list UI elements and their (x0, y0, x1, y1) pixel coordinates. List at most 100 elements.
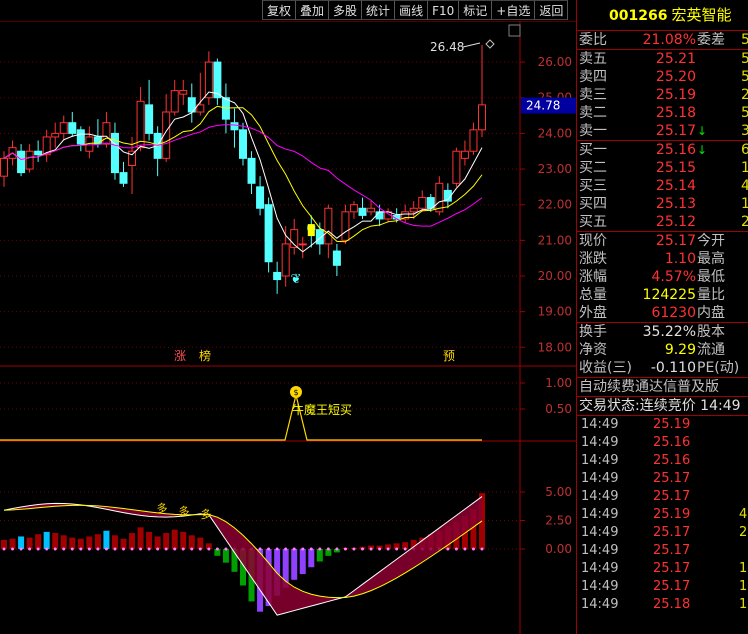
stat2-1-value: 9.29 (664, 342, 696, 358)
macd-zero-dot (11, 547, 15, 551)
toolbar-button-3[interactable]: 统计 (361, 0, 395, 20)
price-tick-label: 19.00 (538, 305, 572, 319)
macd-tick-label: 5.00 (545, 485, 572, 499)
toolbar-button-7[interactable]: +自选 (491, 0, 535, 20)
stock-name: 宏英智能 (671, 6, 732, 24)
macd-zero-dot (395, 547, 399, 551)
stat-1: 涨跌 1.10 最高 (577, 250, 748, 268)
candle-body (460, 150, 469, 159)
macd-zero-dot (335, 547, 339, 551)
macd-bar (60, 535, 67, 549)
stat2-0-value: 35.22% (642, 324, 696, 340)
toolbar-button-6[interactable]: 标记 (458, 0, 492, 20)
macd-zero-dot (471, 547, 475, 551)
tick-row: 14:49 25.17 1 (581, 561, 748, 576)
stat-3-label: 总量 (579, 287, 607, 303)
macd-bar (163, 533, 170, 549)
macd-bar (129, 533, 136, 549)
tick-row: 14:49 25.19 (581, 417, 691, 432)
macd-bar (171, 529, 178, 549)
macd-bar (86, 536, 93, 549)
stat-0-value: 25.17 (655, 233, 696, 249)
stat2-1-label2: 流通 (697, 342, 725, 358)
macd-zero-dot (463, 547, 467, 551)
high-pointer (462, 42, 481, 48)
macd-bar (77, 538, 84, 549)
macd-zero-dot (361, 547, 364, 551)
toolbar-button-5[interactable]: F10 (427, 0, 459, 20)
kline-chart[interactable]: 26.0025.0024.0023.0022.0021.0020.0019.00… (0, 21, 576, 634)
stat-1-label: 涨跌 (579, 251, 607, 267)
buy-orders: 买一 25.16 6 ↓ 买二 25.15 12 买三 25.14 4 买四 25.13 1 买五 25.1… (577, 141, 748, 232)
toolbar-button-0[interactable]: 复权 (262, 0, 296, 20)
macd-zero-dot (224, 547, 228, 551)
sell-level-3-value: 25.19 (655, 87, 696, 103)
quote-stats-2: 换手 35.22% 股本 净资 9.29 流通 收益(三) -0.110 PE(动) (577, 323, 748, 378)
candle-body (51, 132, 60, 138)
tick-list: 14:49 25.19 14:49 25.16 14:49 25.16 14:49 25.17… (577, 416, 748, 614)
buy-level-5: 买五 25.12 2 (577, 213, 748, 231)
tick-row: 14:49 25.17 (581, 489, 691, 504)
macd-zero-dot (147, 547, 151, 551)
chart-toolbar: 复权 叠加 多股 统计 画线 F10 标记 +自选 返回 (262, 0, 569, 21)
buy-level-1-value: 25.16 (655, 142, 696, 158)
macd-zero-dot (19, 547, 23, 551)
macd-zero-dot (130, 547, 134, 551)
macd-zero-dot (369, 547, 373, 551)
stat2-2-label: 收益(三) (579, 360, 632, 376)
buy-level-3: 买三 25.14 4 (577, 177, 748, 195)
macd-zero-dot (267, 547, 271, 551)
moneybag-symbol: $ (293, 388, 298, 397)
macd-zero-dot (292, 547, 296, 551)
macd-zero-dot (318, 547, 322, 551)
macd-zero-dot (181, 547, 185, 551)
macd-zero-dot (45, 547, 49, 551)
macd-zero-dot (164, 547, 168, 551)
toolbar-button-2[interactable]: 多股 (328, 0, 362, 20)
macd-zero-dot (480, 547, 484, 551)
candle-body (281, 243, 290, 277)
macd-zero-dot (446, 547, 450, 551)
toolbar-button-1[interactable]: 叠加 (295, 0, 329, 20)
indicator-line (0, 394, 482, 441)
macd-zero-dot (62, 547, 66, 551)
tick-row: 14:49 25.17 (581, 543, 691, 558)
macd-zero-dot (403, 547, 407, 551)
stat2-1-label: 净资 (579, 342, 607, 358)
macd-zero-dot (104, 547, 108, 551)
macd-zero-dot (386, 547, 390, 551)
buy-level-5-label: 买五 (579, 214, 607, 230)
buy-level-2-label: 买二 (579, 160, 607, 176)
price-tick-label: 22.00 (538, 198, 572, 212)
macd-zero-dot (207, 547, 211, 551)
buy-level-2: 买二 25.15 12 (577, 159, 748, 177)
macd-bar (154, 536, 161, 549)
macd-bar (94, 534, 101, 549)
macd-zero-dot (156, 547, 160, 551)
tick-row: 14:49 25.16 (581, 435, 691, 450)
sell-level-4-label: 卖四 (579, 69, 607, 85)
stat-1-label2: 最高 (697, 251, 725, 267)
stat2-1: 净资 9.29 流通 (577, 341, 748, 359)
quote-panel: 001266宏英智能 委比 21.08% 委差 5 卖五 25.21 5 卖四 25.2… (576, 0, 748, 634)
buy-level-5-vol: 2 (741, 213, 748, 231)
notice-row[interactable]: 自动续费通达信普及版 (577, 378, 748, 397)
candle-body (68, 122, 77, 134)
macd-bar (43, 531, 50, 549)
stat2-0-label: 换手 (579, 324, 607, 340)
notice-text[interactable]: 自动续费通达信普及版 (579, 378, 719, 396)
signal-limit-up: 涨 (174, 348, 186, 363)
macd-zero-dot (258, 547, 262, 551)
macd-bar (180, 531, 187, 549)
sell-level-1-label: 卖一 (579, 123, 607, 139)
sell-level-5-vol: 5 (741, 50, 748, 68)
macd-bar (291, 549, 298, 580)
price-tick-label: 21.00 (538, 233, 572, 247)
macd-bar (111, 535, 118, 549)
toolbar-button-8[interactable]: 返回 (534, 0, 569, 20)
toolbar-button-4[interactable]: 画线 (394, 0, 428, 20)
candle-body (349, 204, 358, 213)
sell-orders: 卖五 25.21 5 卖四 25.20 5 卖三 25.19 2 卖二 25.18 5 卖一 25.17 3… (577, 50, 748, 141)
macd-bar (103, 530, 110, 549)
stock-code: 001266 (609, 8, 668, 24)
